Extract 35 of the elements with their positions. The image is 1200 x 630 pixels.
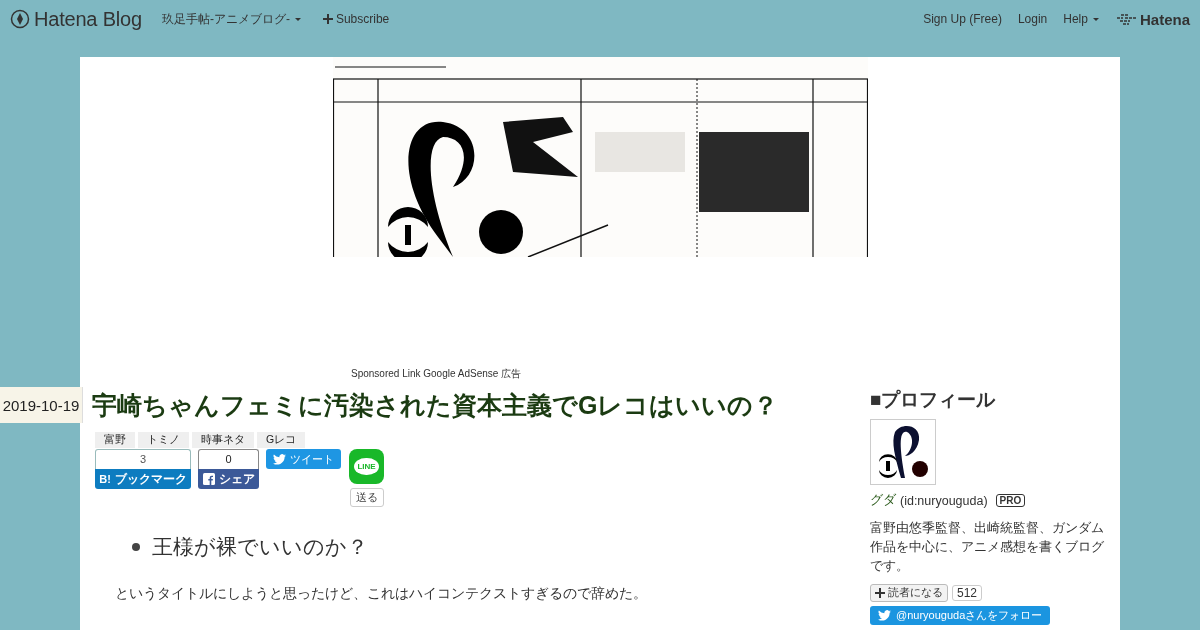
hatena-logo[interactable]: Hatena <box>1116 10 1190 28</box>
pen-nib-icon <box>10 9 30 29</box>
reader-count: 512 <box>952 585 983 601</box>
pro-badge: PRO <box>995 494 1026 507</box>
nav-link[interactable]: Sign Up (Free) <box>923 12 1002 26</box>
body-paragraph: というタイトルにしようと思ったけど、これはハイコンテクストすぎるので辞めた。 <box>115 585 648 603</box>
subscribe-button[interactable]: 読者になる <box>870 584 948 602</box>
category-tag[interactable]: 時事ネタ <box>192 432 254 448</box>
facebook-share-button[interactable]: シェア <box>198 469 259 489</box>
plus-icon <box>875 588 885 598</box>
entry-title[interactable]: 宇崎ちゃんフェミに汚染された資本主義でGレコはいいの？ <box>92 388 779 422</box>
subscribe-link[interactable]: Subscribe <box>322 12 390 26</box>
profile-heading: ■プロフィール <box>870 388 997 412</box>
user-name[interactable]: グダ <box>870 492 896 509</box>
plus-icon <box>322 14 333 24</box>
bird-icon <box>878 610 891 621</box>
lines-icon <box>1116 13 1137 25</box>
bird-icon <box>273 453 286 465</box>
user-id: (id:nuryouguda) <box>900 493 988 508</box>
profile-avatar[interactable] <box>870 419 936 485</box>
send-button[interactable]: 送る <box>349 488 384 507</box>
ad-label: Sponsored Link Google AdSense 広告 <box>351 367 522 381</box>
entry-date[interactable]: 2019-10-19 <box>0 387 83 423</box>
brand-logo[interactable]: Hatena Blog <box>10 7 142 31</box>
blog-menu[interactable]: 玖足手帖-アニメブログ- <box>161 10 301 28</box>
category-tag[interactable]: Gレコ <box>257 432 306 448</box>
bookmark-button[interactable]: B! ブックマーク <box>95 469 191 489</box>
nav-link[interactable]: Help <box>1063 12 1099 26</box>
bullet-icon <box>132 543 140 551</box>
facebook-icon <box>202 473 215 485</box>
nav-link[interactable]: Login <box>1017 12 1048 26</box>
category-tag[interactable]: 富野 <box>95 432 135 448</box>
category-tag[interactable]: トミノ <box>138 432 189 448</box>
list-item: 王様が裸でいいのか？ <box>152 534 368 560</box>
profile-description: 富野由悠季監督、出崎統監督、ガンダム作品を中心に、アニメ感想を書くブログです。 <box>870 520 1105 575</box>
